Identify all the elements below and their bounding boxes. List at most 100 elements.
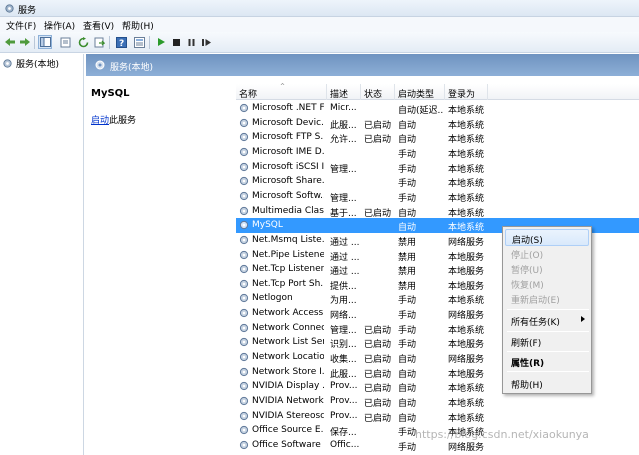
column-separator[interactable]	[326, 84, 327, 100]
table-row[interactable]: NVIDIA Network... Prov... 已启动自动 本地系统	[236, 394, 639, 409]
stop-service-icon[interactable]	[169, 35, 183, 49]
cell-status: 已启动	[364, 340, 392, 351]
context-menu-separator	[507, 351, 589, 352]
service-gear-icon	[239, 440, 249, 450]
column-separator[interactable]	[487, 84, 488, 100]
cell-description: 收集...	[330, 355, 357, 366]
cell-description: 识别...	[330, 340, 357, 351]
cell-name: Microsoft iSCSI I...	[252, 161, 324, 172]
cell-status: 已启动	[364, 325, 392, 336]
context-menu-start[interactable]: 启动(S)	[505, 229, 589, 246]
service-detail-panel: MySQL 启动此服务	[86, 76, 232, 455]
cell-status: 已启动	[364, 135, 392, 146]
service-gear-icon	[239, 396, 249, 406]
toolbar-separator	[34, 36, 35, 49]
cell-name: NVIDIA Network...	[252, 396, 324, 406]
cell-startup-type: 手动	[398, 325, 417, 336]
cell-logon-as: 本地系统	[448, 384, 485, 395]
svg-text:?: ?	[119, 39, 124, 48]
context-menu-properties[interactable]: 属性(R)	[505, 353, 589, 370]
column-header-logon-as[interactable]: 登录为	[448, 87, 475, 100]
cell-name: Microsoft Share...	[252, 176, 324, 187]
column-header-name[interactable]: 名称	[239, 87, 257, 100]
table-row[interactable]: Microsoft .NET F... Micr... 自动(延迟... 本地系统	[236, 101, 639, 116]
back-arrow-icon[interactable]	[3, 35, 17, 49]
service-gear-icon	[239, 338, 249, 347]
cell-name: Net.Tcp Port Sh...	[252, 278, 324, 289]
cell-startup-type: 手动	[398, 296, 417, 307]
table-row[interactable]: NVIDIA Stereosc... Prov... 已启动自动 本地系统	[236, 409, 639, 424]
column-separator[interactable]	[394, 84, 395, 100]
start-service-icon[interactable]	[154, 35, 168, 49]
cell-logon-as: 本地系统	[448, 208, 485, 219]
table-row[interactable]: Microsoft Softw... 管理... 手动 本地系统	[236, 189, 639, 204]
context-menu-separator	[507, 331, 589, 332]
cell-startup-type: 手动	[398, 179, 417, 190]
menu-action[interactable]: 操作(A)	[44, 19, 75, 32]
menu-view[interactable]: 查看(V)	[83, 19, 114, 32]
watermark-text: https://blog.csdn.net/xiaokunya	[415, 428, 589, 441]
cell-startup-type: 禁用	[398, 281, 417, 292]
service-gear-icon	[239, 191, 249, 200]
cell-logon-as: 本地服务	[448, 369, 485, 380]
cell-description: 网络...	[330, 311, 357, 322]
start-service-link[interactable]: 启动	[91, 116, 109, 126]
cell-description: 基于...	[330, 208, 357, 219]
table-row[interactable]: Microsoft Share... 手动 本地系统	[236, 174, 639, 189]
table-row[interactable]: Microsoft FTP S... 允许... 已启动 自动 本地系统	[236, 130, 639, 145]
console-tree: 服务(本地)	[0, 54, 84, 455]
service-gear-icon	[239, 250, 249, 259]
cell-name: Microsoft Softw...	[252, 190, 324, 201]
context-menu-all-tasks[interactable]: 所有任务(K)	[505, 312, 589, 329]
start-service-suffix: 此服务	[109, 116, 137, 126]
column-separator[interactable]	[444, 84, 445, 100]
menu-file[interactable]: 文件(F)	[6, 19, 36, 32]
service-gear-icon	[239, 323, 249, 332]
console-tree-icon[interactable]	[38, 35, 52, 49]
refresh-icon[interactable]	[76, 35, 90, 49]
cell-name: NVIDIA Stereosc...	[252, 410, 324, 421]
pause-service-icon[interactable]	[184, 35, 198, 49]
help-icon[interactable]: ?	[114, 35, 128, 49]
cell-description: 为用...	[330, 296, 357, 307]
tree-node-label: 服务(本地)	[16, 60, 60, 70]
cell-name: Microsoft IME D...	[252, 146, 324, 157]
context-menu-refresh[interactable]: 刷新(F)	[505, 333, 589, 350]
menu-help[interactable]: 帮助(H)	[122, 19, 154, 32]
cell-name: Network Store I...	[252, 366, 324, 377]
column-separator[interactable]	[360, 84, 361, 100]
table-row[interactable]: Microsoft iSCSI I... 管理... 手动 本地系统	[236, 160, 639, 175]
column-header-startup-type[interactable]: 启动类型	[398, 87, 434, 100]
service-gear-icon	[239, 162, 249, 171]
cell-startup-type: 自动	[398, 369, 417, 380]
cell-name: Netlogon	[252, 293, 293, 304]
export-icon[interactable]	[92, 35, 106, 49]
cell-logon-as: 本地系统	[448, 179, 485, 190]
context-menu: 启动(S) 停止(O) 暂停(U) 恢复(M) 重新启动(E) 所有任务(K) 刷新(F) 属…	[502, 226, 592, 394]
cell-name: Net.Tcp Listener...	[252, 264, 324, 275]
table-row[interactable]: Multimedia Clas... 基于... 已启动自动 本地系统	[236, 204, 639, 219]
context-menu-restart[interactable]: 重新启动(E)	[505, 290, 589, 307]
cell-name: Net.Msmq Liste...	[252, 234, 324, 245]
restart-service-icon[interactable]	[199, 35, 213, 49]
cell-startup-type: 自动(延迟...	[398, 106, 444, 116]
service-gear-icon	[239, 177, 249, 186]
submenu-arrow-icon	[581, 316, 585, 322]
table-row[interactable]: Microsoft IME D... 手动 本地系统	[236, 145, 639, 160]
selected-service-name: MySQL	[91, 88, 130, 99]
detail-view-icon[interactable]	[132, 35, 146, 49]
context-menu-help[interactable]: 帮助(H)	[505, 375, 589, 392]
toolbar: ?	[0, 32, 639, 53]
service-gear-icon	[239, 118, 249, 127]
table-row[interactable]: Microsoft Devic... 此服... 已启动 自动 本地系统	[236, 116, 639, 131]
column-header-description[interactable]: 描述	[330, 87, 348, 100]
pane-title: 服务(本地)	[110, 63, 154, 73]
column-header-status[interactable]: 状态	[364, 87, 382, 100]
tree-node-services-local[interactable]: 服务(本地)	[2, 57, 59, 70]
cell-startup-type: 禁用	[398, 237, 417, 248]
cell-logon-as: 本地系统	[448, 135, 485, 146]
forward-arrow-icon[interactable]	[18, 35, 32, 49]
properties-icon[interactable]	[58, 35, 72, 49]
cell-startup-type: 手动	[398, 442, 417, 453]
cell-description: 此服...	[330, 369, 357, 380]
